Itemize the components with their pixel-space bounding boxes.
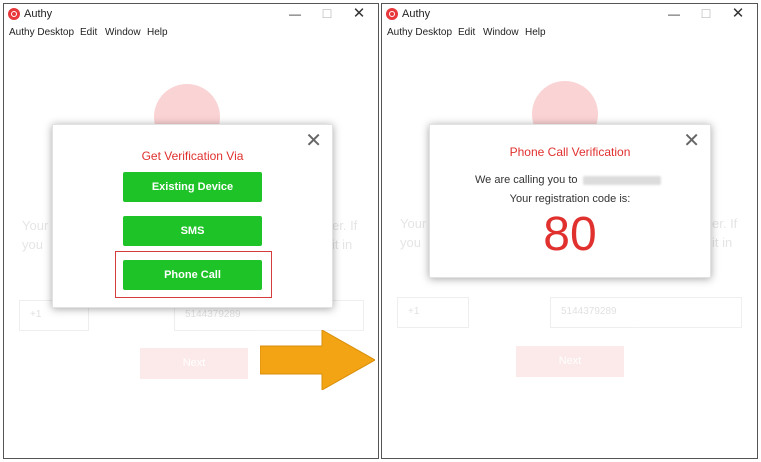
close-window-button[interactable]: ✕ (346, 5, 372, 23)
registration-code: 80 (543, 208, 597, 261)
right-arrow-icon (260, 330, 375, 390)
menu-authy-desktop[interactable]: Authy Desktop (387, 27, 452, 38)
verification-method-dialog: ✕ Get Verification Via Existing Device S… (52, 124, 333, 308)
menu-edit[interactable]: Edit (458, 27, 475, 38)
minimize-button[interactable]: — (282, 5, 308, 23)
next-button: Next (140, 348, 248, 379)
dialog-title: Phone Call Verification (509, 145, 631, 159)
title-bar[interactable]: Authy — ☐ ✕ (382, 4, 757, 24)
screenshot-composite: Authy — ☐ ✕ Authy Desktop Edit Window He… (0, 0, 761, 462)
background-text-left: Your you (400, 216, 427, 250)
authy-window-left: Authy — ☐ ✕ Authy Desktop Edit Window He… (3, 3, 379, 459)
phone-call-highlight-box (115, 251, 272, 298)
calling-message: We are calling you to (475, 174, 661, 186)
registration-label: Your registration code is: (509, 193, 631, 205)
minimize-button[interactable]: — (661, 5, 687, 23)
sms-button[interactable]: SMS (123, 216, 262, 246)
authy-window-right: Authy — ☐ ✕ Authy Desktop Edit Window He… (381, 3, 758, 459)
maximize-button[interactable]: ☐ (314, 5, 340, 23)
title-bar[interactable]: Authy — ☐ ✕ (4, 4, 378, 24)
maximize-button[interactable]: ☐ (693, 5, 719, 23)
window-title: Authy (24, 8, 53, 20)
menu-bar: Authy Desktop Edit Window Help (382, 25, 757, 41)
country-code-field: +1 (397, 297, 469, 328)
background-text-left: Your you (22, 218, 49, 252)
phone-number-field: 5144379289 (550, 297, 742, 328)
phone-call-verification-dialog: ✕ Phone Call Verification We are calling… (429, 124, 711, 278)
redacted-phone-number (582, 175, 661, 185)
next-button: Next (516, 346, 624, 377)
dialog-title: Get Verification Via (141, 149, 244, 163)
close-window-button[interactable]: ✕ (725, 5, 751, 23)
menu-authy-desktop[interactable]: Authy Desktop (9, 27, 74, 38)
existing-device-button[interactable]: Existing Device (123, 172, 262, 202)
background-text-right: er. If it in (332, 218, 358, 252)
menu-edit[interactable]: Edit (80, 27, 97, 38)
dialog-close-button[interactable]: ✕ (305, 131, 322, 151)
menu-window[interactable]: Window (483, 27, 519, 38)
menu-window[interactable]: Window (105, 27, 141, 38)
menu-help[interactable]: Help (147, 27, 168, 38)
authy-logo-icon (8, 8, 20, 20)
background-text-right: er. If it in (712, 216, 738, 250)
menu-help[interactable]: Help (525, 27, 546, 38)
menu-bar: Authy Desktop Edit Window Help (4, 25, 378, 41)
calling-text: We are calling you to (475, 174, 578, 186)
window-title: Authy (402, 8, 431, 20)
authy-logo-icon (386, 8, 398, 20)
